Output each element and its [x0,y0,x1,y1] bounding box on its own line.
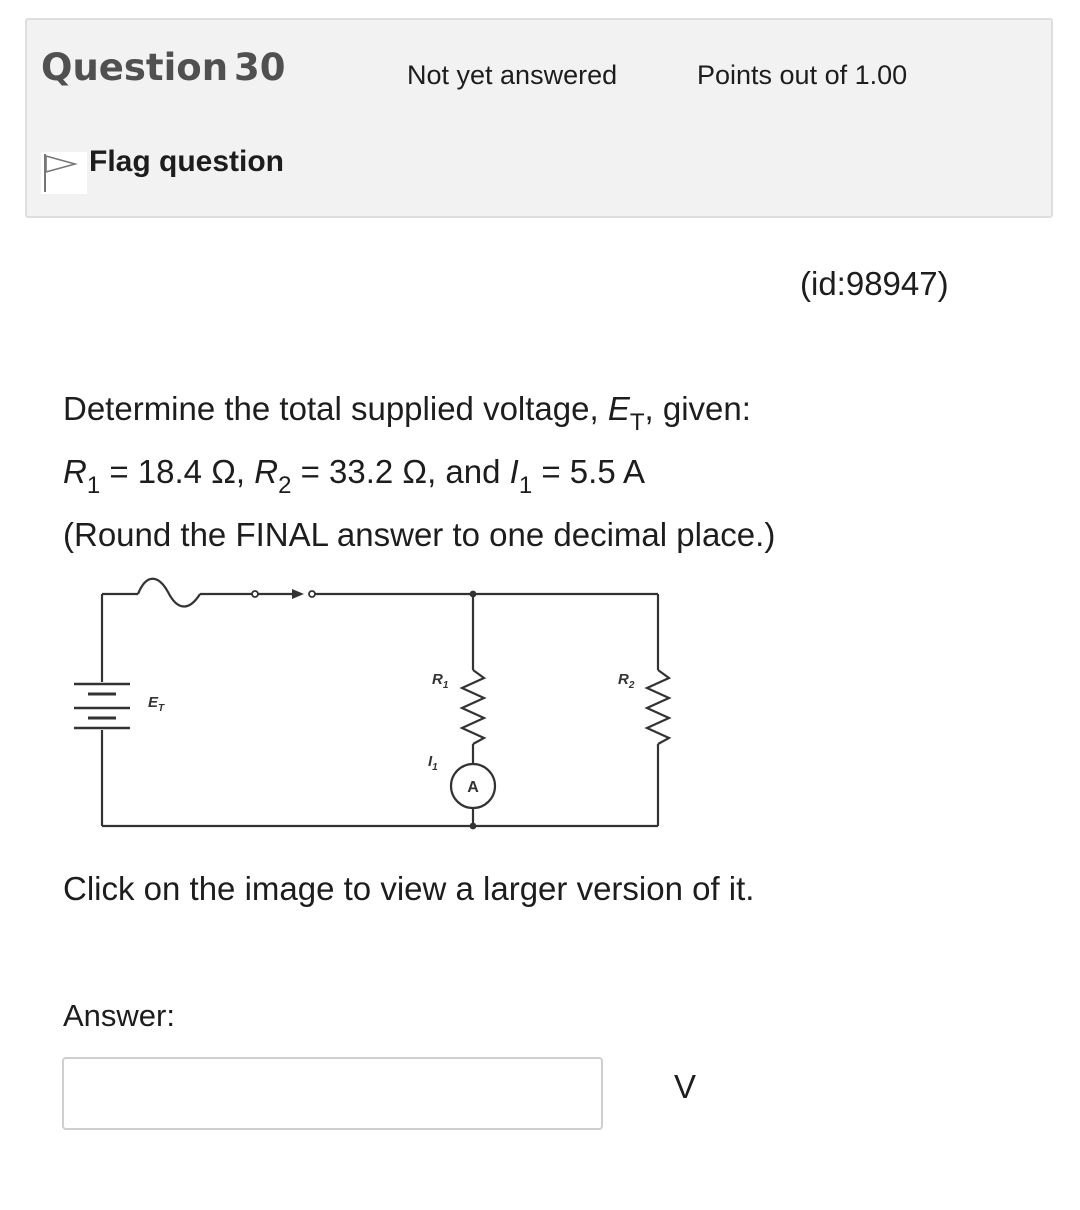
i1-subscript: 1 [518,472,533,499]
current-subscript: 1 [432,762,438,773]
r2-circuit-subscript: 2 [628,680,635,691]
ammeter-label: A [467,779,479,796]
et-variable: E [607,390,630,427]
line1-prefix: Determine the total supplied voltage, [63,390,608,427]
r2-value: = 33.2 Ω, and [291,453,510,490]
r1-subscript: 1 [86,472,101,499]
r1-value: = 18.4 Ω, [100,453,255,490]
svg-text:R1: R1 [432,671,449,691]
flag-question-label[interactable]: Flag question [89,144,284,180]
question-text-line-3: (Round the FINAL answer to one decimal p… [63,516,776,553]
line1-suffix: , given: [644,390,751,427]
question-label: Question [41,46,229,89]
answer-label: Answer: [63,998,175,1033]
svg-text:R2: R2 [618,671,635,691]
question-state: Not yet answered [407,60,618,90]
question-title: Question 30 [41,46,286,89]
r2-variable: R [254,453,279,490]
r2-subscript: 2 [278,472,292,499]
answer-unit: V [674,1068,697,1105]
circuit-diagram-image[interactable]: A ET R1 R2 I1 [60,570,700,840]
svg-text:I1: I1 [428,753,438,773]
battery-symbol [74,682,130,730]
source-subscript: T [158,703,165,714]
flag-question-button[interactable]: Flag question [41,144,284,194]
question-id: (id:98947) [800,265,949,302]
question-number: 30 [234,46,286,89]
flag-icon[interactable] [41,152,87,194]
question-page: Question 30 Not yet answered Points out o… [0,0,1080,1210]
i1-variable: I [509,453,519,490]
r2-circuit-label: R [618,671,629,688]
click-image-note: Click on the image to view a larger vers… [63,870,755,907]
question-grade: Points out of 1.00 [697,60,908,90]
r1-circuit-subscript: 1 [443,680,449,691]
svg-text:ET: ET [148,694,165,714]
r1-circuit-label: R [432,671,443,688]
r1-variable: R [63,453,87,490]
answer-input[interactable] [62,1057,603,1130]
question-text-line-2: R1 = 18.4 Ω, R2 = 33.2 Ω, and I1 = 5.5 A [63,453,646,498]
et-subscript: T [629,409,645,436]
question-info-panel: Question 30 Not yet answered Points out o… [25,18,1053,218]
question-text-line-1: Determine the total supplied voltage, ET… [63,390,751,435]
i1-value: = 5.5 A [532,453,646,490]
